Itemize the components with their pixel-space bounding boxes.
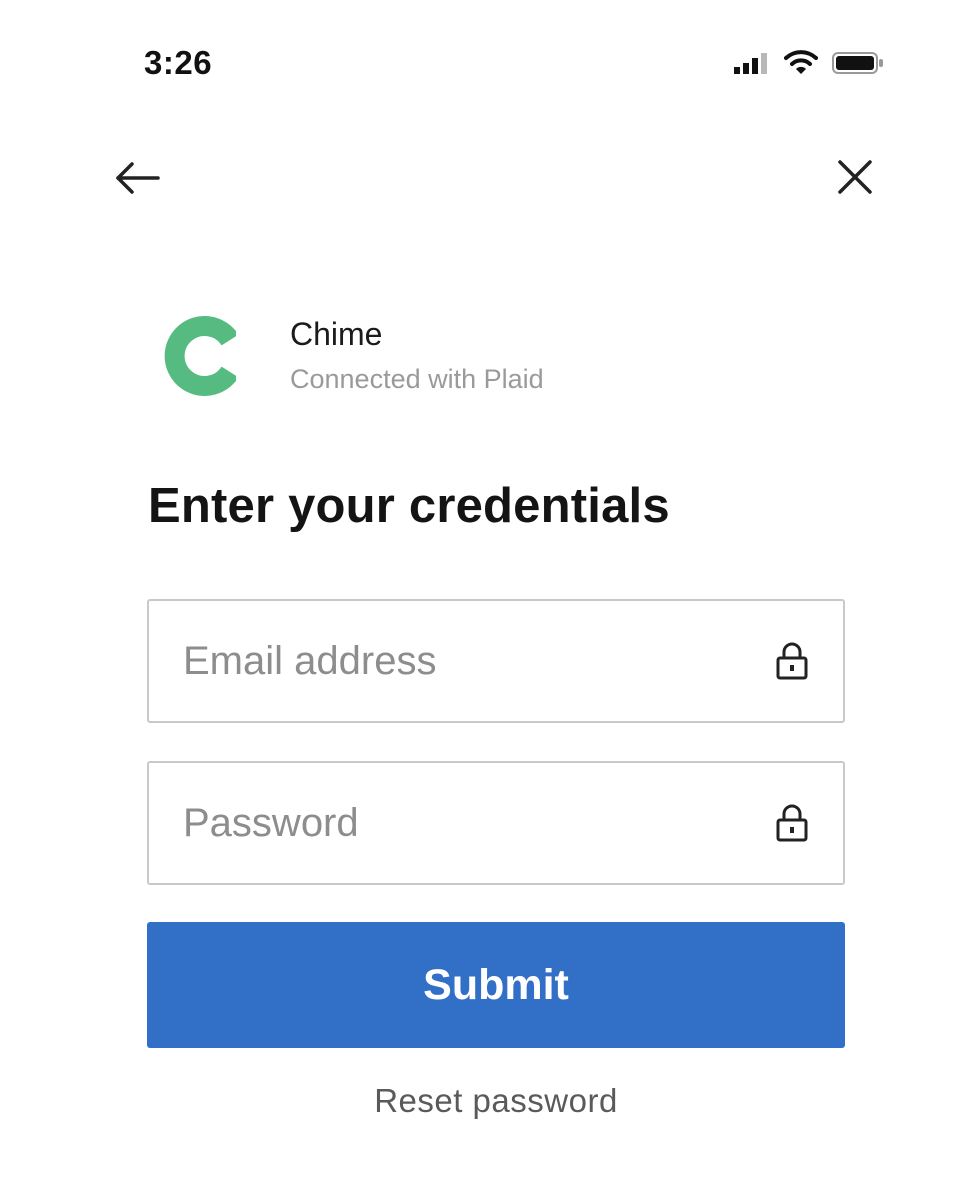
close-button[interactable] [832,156,878,200]
password-field[interactable] [147,761,845,885]
lock-icon [776,642,808,680]
submit-button-label: Submit [423,960,569,1009]
page-title: Enter your credentials [148,479,670,533]
status-icons [732,50,884,76]
arrow-left-icon [116,162,160,194]
status-time: 3:26 [144,44,213,81]
close-icon [838,160,872,194]
bank-name: Chime [290,316,383,352]
bank-subtitle: Connected with Plaid [290,364,544,394]
email-input[interactable] [183,601,743,721]
password-input[interactable] [183,763,743,883]
submit-button[interactable]: Submit [147,922,845,1048]
email-field[interactable] [147,599,845,723]
cellular-signal-icon [734,53,767,74]
lock-icon [776,804,808,842]
battery-icon [832,52,883,74]
reset-password-link[interactable]: Reset password [147,1082,845,1120]
chime-logo [160,316,239,396]
back-button[interactable] [112,156,164,200]
wifi-icon [784,50,818,74]
